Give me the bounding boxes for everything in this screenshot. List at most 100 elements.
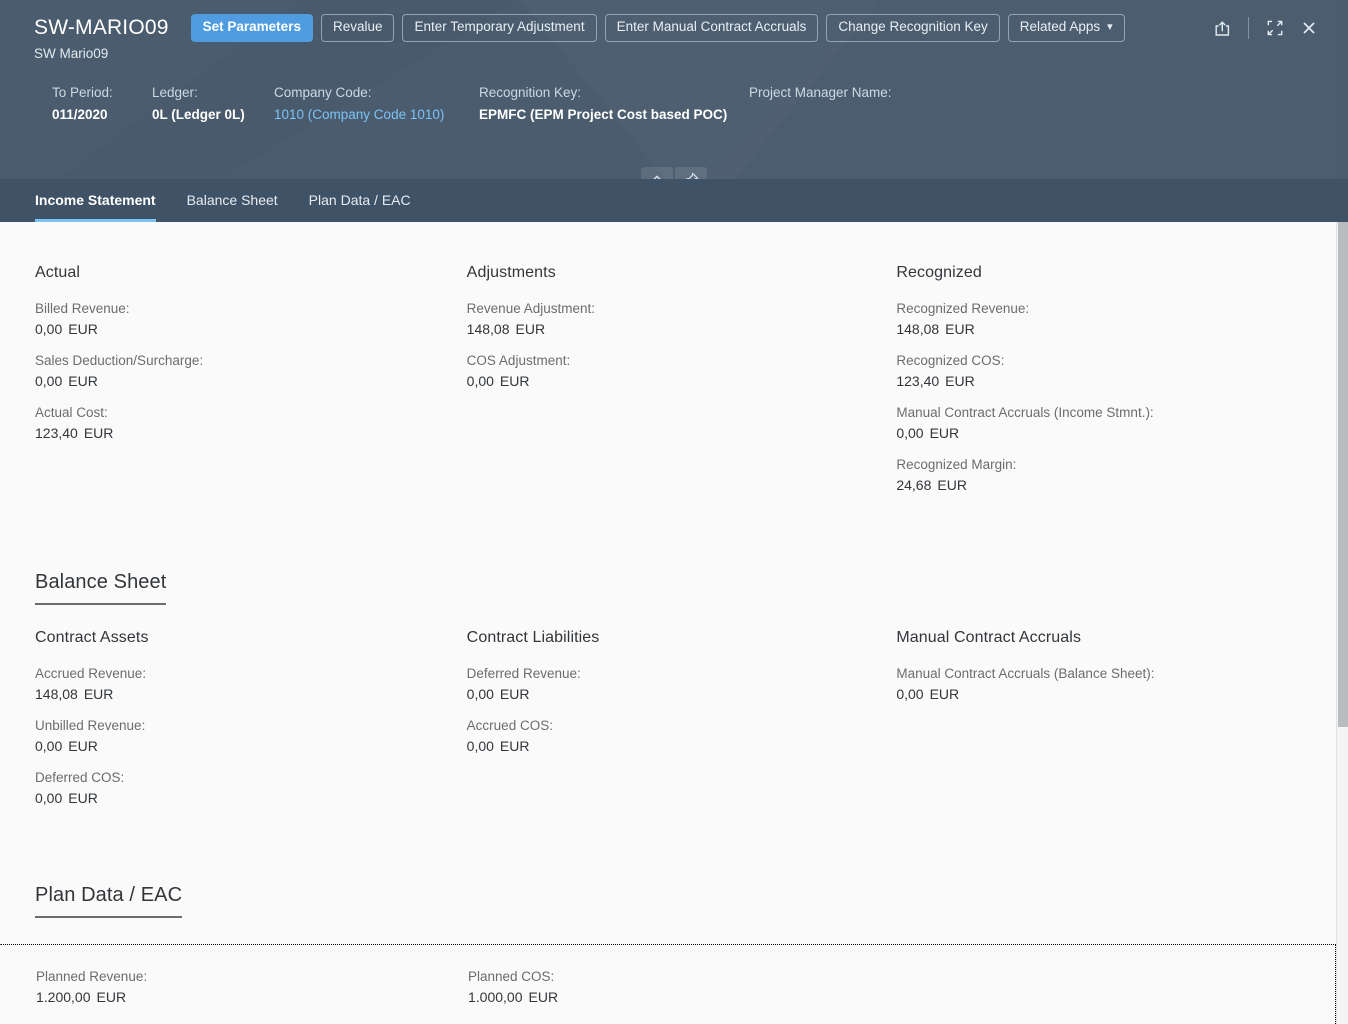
field-value: 0,00 EUR <box>467 686 897 702</box>
field-value: 24,68 EUR <box>896 477 1336 493</box>
field-recognized-margin: Recognized Margin: 24,68 EUR <box>896 457 1336 493</box>
field-value: 1.000,00 EUR <box>468 989 900 1005</box>
scrollbar-thumb[interactable] <box>1338 222 1348 727</box>
section-title-plan-data-eac: Plan Data / EAC <box>35 884 183 918</box>
value-unit: EUR <box>499 373 530 389</box>
value-unit: EUR <box>929 686 960 702</box>
facet-recognition-key: Recognition Key: EPMFC (EPM Project Cost… <box>479 85 749 122</box>
field-label: COS Adjustment: <box>466 353 571 368</box>
header-facets: To Period: 011/2020 Ledger: 0L (Ledger 0… <box>0 61 1348 122</box>
field-label: Manual Contract Accruals (Balance Sheet)… <box>896 666 1155 681</box>
value-unit: EUR <box>929 425 960 441</box>
plan-data-title-wrap: Plan Data / EAC <box>0 884 1336 918</box>
value-unit: EUR <box>96 989 127 1005</box>
field-deferred-cos: Deferred COS: 0,00 EUR <box>35 770 467 806</box>
field-label: Accrued Revenue: <box>35 666 147 681</box>
field-planned-cos: Planned COS: 1.000,00 EUR <box>468 969 900 1005</box>
revalue-button[interactable]: Revalue <box>320 14 395 42</box>
value-number: 0,00 <box>35 373 63 389</box>
page-subtitle: SW Mario09 <box>34 46 109 61</box>
enter-manual-contract-accruals-button[interactable]: Enter Manual Contract Accruals <box>604 14 819 42</box>
value-number: 123,40 <box>896 373 940 389</box>
field-value: 123,40 EUR <box>35 425 467 441</box>
group-adjustments: Adjustments Revenue Adjustment: 148,08 EU… <box>467 264 897 509</box>
field-value: 0,00 EUR <box>35 373 467 389</box>
facet-label: To Period: <box>52 85 113 100</box>
section-balance-sheet: Balance Sheet Contract Assets Accrued Re… <box>0 571 1336 822</box>
group-contract-assets: Contract Assets Accrued Revenue: 148,08 E… <box>35 629 467 822</box>
field-label: Deferred Revenue: <box>466 666 581 681</box>
field-label: Revenue Adjustment: <box>466 301 596 316</box>
field-value: 0,00 EUR <box>467 373 897 389</box>
set-parameters-button[interactable]: Set Parameters <box>190 14 313 42</box>
value-number: 1.000,00 <box>468 989 523 1005</box>
field-label: Billed Revenue: <box>35 301 130 316</box>
header-title-row: SW-MARIO09 Set Parameters Revalue Enter … <box>0 0 1348 42</box>
fullscreen-icon[interactable] <box>1258 11 1292 45</box>
section-plan-data-eac: Plan Data / EAC Planned Revenue: 1.200,0… <box>0 884 1336 1024</box>
field-value: 1.200,00 EUR <box>36 989 468 1005</box>
content-scroll-area: Actual Billed Revenue: 0,00 EUR Sales Ded… <box>0 222 1336 1024</box>
value-unit: EUR <box>68 790 98 806</box>
plan-data-focus-container[interactable]: Planned Revenue: 1.200,00 EUR Planned COS… <box>0 944 1336 1024</box>
enter-temporary-adjustment-button[interactable]: Enter Temporary Adjustment <box>402 14 597 42</box>
field-sales-deduction-surcharge: Sales Deduction/Surcharge: 0,00 EUR <box>35 353 467 389</box>
tab-plan-data-eac[interactable]: Plan Data / EAC <box>309 192 411 222</box>
tab-income-statement[interactable]: Income Statement <box>35 192 156 222</box>
field-accrued-cos: Accrued COS: 0,00 EUR <box>467 718 897 754</box>
balance-sheet-columns: Contract Assets Accrued Revenue: 148,08 E… <box>0 605 1336 822</box>
field-label: Accrued COS: <box>466 718 553 733</box>
field-label: Recognized Revenue: <box>896 301 1030 316</box>
facet-to-period: To Period: 011/2020 <box>52 85 152 122</box>
facet-project-manager-name: Project Manager Name: <box>749 85 949 122</box>
value-number: 0,00 <box>35 321 63 337</box>
value-unit: EUR <box>68 738 98 754</box>
value-unit: EUR <box>937 477 967 493</box>
facet-label: Project Manager Name: <box>749 85 892 100</box>
value-number: 0,00 <box>35 738 63 754</box>
value-number: 0,00 <box>466 373 494 389</box>
field-deferred-revenue: Deferred Revenue: 0,00 EUR <box>467 666 897 702</box>
field-value: 0,00 EUR <box>896 686 1336 702</box>
value-unit: EUR <box>515 321 546 337</box>
field-manual-contract-accruals-balance: Manual Contract Accruals (Balance Sheet)… <box>896 666 1336 702</box>
group-contract-liabilities: Contract Liabilities Deferred Revenue: 0… <box>467 629 897 822</box>
section-divider <box>35 604 1336 605</box>
group-manual-contract-accruals: Manual Contract Accruals Manual Contract… <box>896 629 1336 822</box>
field-cos-adjustment: COS Adjustment: 0,00 EUR <box>467 353 897 389</box>
facet-value: 0L (Ledger 0L) <box>152 107 245 122</box>
icon-tab-bar: Income Statement Balance Sheet Plan Data… <box>0 179 1348 222</box>
value-unit: EUR <box>83 686 114 702</box>
change-recognition-key-button[interactable]: Change Recognition Key <box>826 14 1000 42</box>
value-number: 148,08 <box>35 686 78 702</box>
value-number: 1.200,00 <box>36 989 91 1005</box>
field-value: 123,40 EUR <box>896 373 1336 389</box>
field-revenue-adjustment: Revenue Adjustment: 148,08 EUR <box>467 301 897 337</box>
value-number: 148,08 <box>896 321 940 337</box>
field-value: 0,00 EUR <box>896 425 1336 441</box>
field-label: Sales Deduction/Surcharge: <box>35 353 204 368</box>
field-label: Unbilled Revenue: <box>35 718 146 733</box>
field-value: 0,00 EUR <box>467 738 897 754</box>
field-label: Planned COS: <box>468 969 555 984</box>
field-value: 0,00 EUR <box>35 790 467 806</box>
value-number: 24,68 <box>896 477 932 493</box>
close-icon[interactable] <box>1292 11 1326 45</box>
tab-balance-sheet[interactable]: Balance Sheet <box>187 192 278 222</box>
field-value: 148,08 EUR <box>35 686 467 702</box>
icon-separator <box>1248 17 1249 39</box>
income-statement-columns: Actual Billed Revenue: 0,00 EUR Sales Ded… <box>0 222 1336 509</box>
field-label: Deferred COS: <box>35 770 125 785</box>
field-label: Planned Revenue: <box>36 969 148 984</box>
field-accrued-revenue: Accrued Revenue: 148,08 EUR <box>35 666 467 702</box>
field-label: Actual Cost: <box>35 405 108 420</box>
object-page-header: SW-MARIO09 Set Parameters Revalue Enter … <box>0 0 1348 222</box>
field-recognized-cos: Recognized COS: 123,40 EUR <box>896 353 1336 389</box>
related-apps-menu-button[interactable]: Related Apps ▾ <box>1007 14 1125 42</box>
vertical-scrollbar[interactable] <box>1336 222 1348 1024</box>
share-icon[interactable] <box>1205 11 1239 45</box>
header-icon-group <box>1205 11 1330 45</box>
value-number: 0,00 <box>35 790 63 806</box>
company-code-link[interactable]: 1010 (Company Code 1010) <box>274 107 479 122</box>
facet-value: 011/2020 <box>52 107 108 122</box>
